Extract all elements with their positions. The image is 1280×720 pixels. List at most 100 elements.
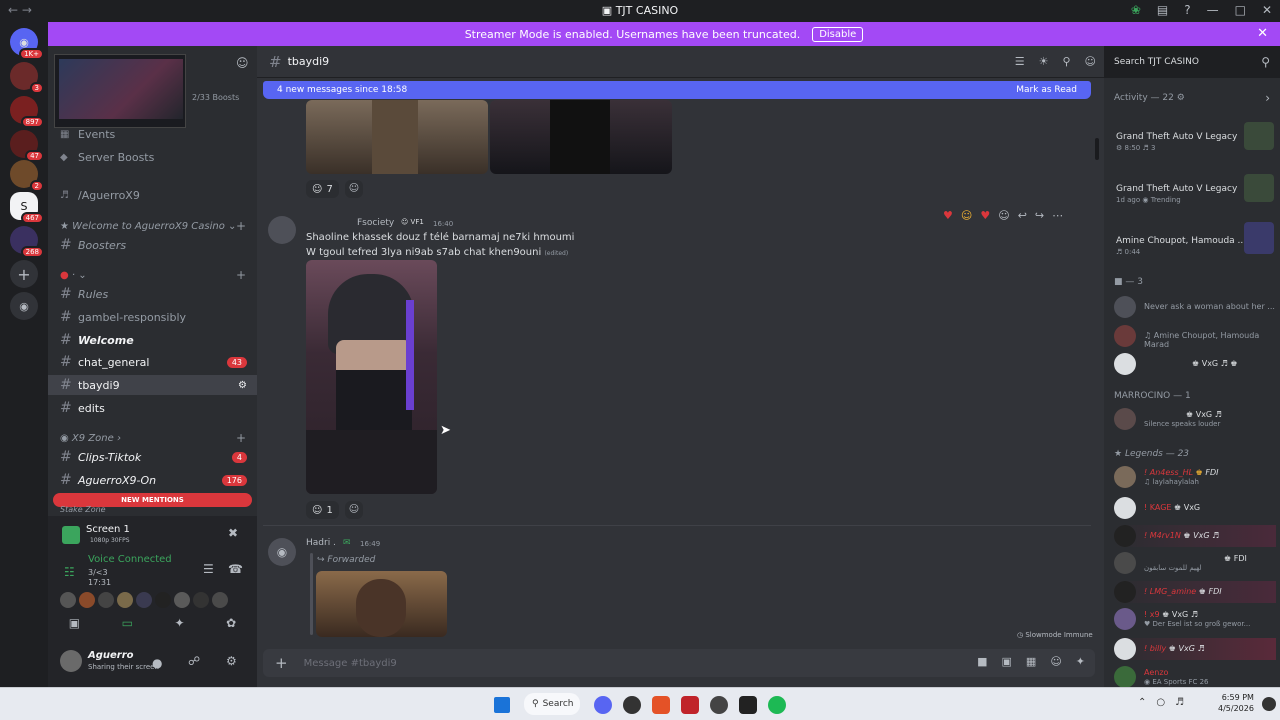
message-image[interactable] bbox=[306, 100, 488, 174]
add-server-icon[interactable]: + bbox=[10, 260, 38, 288]
inbox-icon[interactable]: ▤ bbox=[1157, 3, 1168, 17]
leaf-icon[interactable]: ❀ bbox=[1131, 3, 1141, 17]
new-messages-bar[interactable]: 4 new messages since 18:58 Mark as Read bbox=[263, 81, 1091, 99]
add-channel-icon[interactable]: + bbox=[236, 219, 246, 233]
help-icon[interactable]: ? bbox=[1184, 3, 1190, 17]
settings-icon[interactable]: ⚙ bbox=[226, 654, 237, 668]
channel-edits[interactable]: # edits bbox=[48, 398, 257, 418]
user-avatar[interactable] bbox=[60, 650, 82, 672]
settings-icon[interactable]: ⚙ bbox=[238, 380, 247, 391]
member-list-icon[interactable]: ☺ bbox=[1085, 55, 1096, 68]
member-item[interactable]: ! LMG_amine ♚ FDI bbox=[1114, 581, 1276, 603]
gift-icon[interactable]: ■ bbox=[977, 655, 987, 668]
disconnect-icon[interactable]: ☎ bbox=[228, 562, 243, 576]
search-box[interactable]: Search TJT CASINO ⚲ bbox=[1104, 46, 1280, 78]
voice-channel-item[interactable]: ♬ /AguerroX9 bbox=[48, 185, 257, 205]
start-icon[interactable] bbox=[494, 697, 510, 713]
channel-clips[interactable]: # Clips-Tiktok 4 bbox=[48, 447, 257, 467]
broken-heart-icon[interactable]: ♥ bbox=[980, 209, 990, 222]
add-reaction-icon[interactable]: ☺ bbox=[345, 180, 363, 198]
brave-taskbar-icon[interactable] bbox=[652, 696, 670, 714]
app-taskbar-icon[interactable] bbox=[710, 696, 728, 714]
activity-card[interactable]: Amine Choupot, Hamouda ... ♬ 0:44 bbox=[1114, 222, 1276, 262]
wifi-icon[interactable]: ○ bbox=[1156, 697, 1165, 708]
laugh-react-icon[interactable]: ☺ bbox=[961, 209, 972, 222]
member-item[interactable]: Aenzo ◉ EA Sports FC 26 bbox=[1114, 666, 1276, 687]
events-item[interactable]: ▦ Events bbox=[48, 124, 257, 144]
channel-general[interactable]: # chat_general 43 bbox=[48, 352, 257, 372]
member-item[interactable]: ♫ Amine Choupot, Hamouda Marad bbox=[1114, 325, 1276, 349]
server-icon[interactable]: 268 bbox=[10, 226, 44, 258]
screen-share-icon[interactable]: ▭ bbox=[122, 616, 133, 630]
sticker-icon[interactable]: ▦ bbox=[1026, 655, 1036, 668]
category-pin[interactable]: ● · ⌄ bbox=[60, 270, 87, 281]
message-input[interactable]: Message #tbaydi9 bbox=[304, 658, 397, 669]
home-icon[interactable]: ◉ 1K+ bbox=[10, 28, 44, 60]
message-image[interactable] bbox=[316, 571, 447, 637]
member-item[interactable]: ♚ VxG ♬ ♚ bbox=[1114, 353, 1276, 375]
notifications-muted-icon[interactable]: ☀ bbox=[1039, 55, 1049, 68]
participant-avatar[interactable] bbox=[155, 592, 171, 608]
mic-icon[interactable]: ● bbox=[152, 656, 162, 670]
scrollbar[interactable] bbox=[1095, 138, 1099, 160]
add-channel-icon[interactable]: + bbox=[236, 431, 246, 445]
activity-card[interactable]: Grand Theft Auto V Legacy 1d ago ◉ Trend… bbox=[1114, 170, 1276, 210]
server-boosts-item[interactable]: ◆ Server Boosts bbox=[48, 147, 257, 167]
disable-button[interactable]: Disable bbox=[812, 26, 864, 42]
channel-aguerro[interactable]: # AguerroX9-On 176 bbox=[48, 470, 257, 490]
volume-icon[interactable]: ♬ bbox=[1175, 697, 1184, 708]
taskbar-search[interactable]: ⚲ Search bbox=[524, 693, 580, 715]
soundboard-icon[interactable]: ☰ bbox=[203, 562, 214, 576]
server-icon[interactable]: 2 bbox=[10, 160, 44, 192]
member-item[interactable]: ! KAGE ♚ VxG bbox=[1114, 497, 1276, 519]
chevron-up-icon[interactable]: ⌃ bbox=[1138, 697, 1146, 708]
member-item[interactable]: ♚ FDI لهيم للموت سابقون bbox=[1114, 552, 1276, 574]
server-icon[interactable]: 47 bbox=[10, 130, 44, 162]
discover-icon[interactable]: ◉ bbox=[10, 292, 38, 320]
headphones-icon[interactable]: ☍ bbox=[188, 654, 200, 668]
gif-icon[interactable]: ▣ bbox=[1002, 655, 1012, 668]
server-icon[interactable]: 3 bbox=[10, 62, 44, 94]
minimize-button[interactable]: — bbox=[1207, 3, 1219, 17]
pin-icon[interactable]: ⚲ bbox=[1062, 55, 1070, 68]
chrome-taskbar-icon[interactable] bbox=[623, 696, 641, 714]
participant-avatar[interactable] bbox=[193, 592, 209, 608]
server-icon-active[interactable]: S 467 bbox=[10, 192, 44, 224]
maximize-button[interactable]: □ bbox=[1235, 3, 1246, 17]
spotify-taskbar-icon[interactable] bbox=[768, 696, 786, 714]
soundboard-icon[interactable]: ✿ bbox=[226, 616, 236, 630]
add-reaction-icon[interactable]: ☺ bbox=[998, 209, 1009, 222]
stream-preview[interactable] bbox=[54, 54, 186, 128]
message-image[interactable] bbox=[306, 260, 437, 494]
discord-taskbar-icon[interactable] bbox=[594, 696, 612, 714]
member-item[interactable]: ! M4rv1N ♚ VxG ♬ bbox=[1114, 525, 1276, 547]
activities-icon[interactable]: ✦ bbox=[175, 616, 185, 630]
participant-avatar[interactable] bbox=[136, 592, 152, 608]
reply-icon[interactable]: ↩ bbox=[1018, 209, 1027, 222]
heart-react-icon[interactable]: ♥ bbox=[943, 209, 953, 222]
participant-avatar[interactable] bbox=[60, 592, 76, 608]
member-item[interactable]: ! An4ess_HL ♚ FDI ♫ laylahaylalah bbox=[1114, 466, 1276, 488]
category-welcome[interactable]: ★ Welcome to AguerroX9 Casino ⌄ bbox=[60, 221, 236, 232]
mark-read-button[interactable]: Mark as Read bbox=[1016, 85, 1077, 95]
participant-avatar[interactable] bbox=[117, 592, 133, 608]
acrobat-taskbar-icon[interactable] bbox=[681, 696, 699, 714]
member-item[interactable]: Never ask a woman about her ... bbox=[1114, 296, 1276, 318]
chevron-right-icon[interactable]: › bbox=[1265, 91, 1270, 105]
participant-avatar[interactable] bbox=[212, 592, 228, 608]
apps-icon[interactable]: ✦ bbox=[1076, 655, 1085, 668]
notification-icon[interactable] bbox=[1262, 697, 1276, 711]
participant-avatar[interactable] bbox=[79, 592, 95, 608]
participant-avatar[interactable] bbox=[174, 592, 190, 608]
user-name[interactable]: Aguerro bbox=[88, 650, 134, 661]
voice-channel-name[interactable]: 3/<3 bbox=[88, 568, 108, 577]
author-avatar[interactable]: ◉ bbox=[268, 538, 296, 566]
category-x9[interactable]: ◉ X9 Zone › bbox=[60, 433, 121, 444]
member-item[interactable]: ! x9 ♚ VxG ♬ ♥ Der Esel ist so groß gewor… bbox=[1114, 608, 1276, 630]
channel-welcome[interactable]: # Welcome bbox=[48, 330, 257, 350]
threads-icon[interactable]: ☰ bbox=[1015, 55, 1025, 68]
message-image[interactable] bbox=[490, 100, 672, 174]
participant-avatar[interactable] bbox=[98, 592, 114, 608]
member-item[interactable]: ! billy ♚ VxG ♬ bbox=[1114, 638, 1276, 660]
reaction-rofl[interactable]: ☺ 7 bbox=[306, 180, 339, 198]
